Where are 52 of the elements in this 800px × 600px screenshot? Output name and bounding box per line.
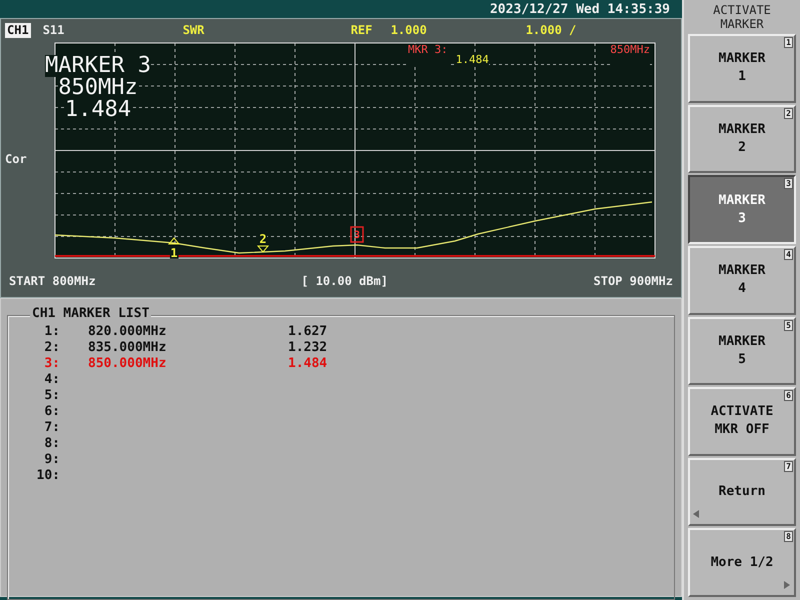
softkey-number: 7 <box>784 460 793 472</box>
marker-frequency: 820.000MHz <box>88 324 168 340</box>
menu-title: ACTIVATE <box>713 3 771 17</box>
marker-index: 1: <box>43 324 60 340</box>
marker-frequency: 850.000MHz <box>88 356 168 372</box>
format-label: SWR <box>182 22 206 39</box>
softkey-button[interactable]: Return 7 <box>688 458 796 526</box>
stop-frequency: STOP 900MHz <box>594 273 673 290</box>
softkey-button[interactable]: MARKER 1 1 <box>688 34 796 103</box>
marker-index: 7: <box>43 420 60 436</box>
scale-value: 1.000 / <box>526 22 576 39</box>
marker-readout-label: MKR 3: <box>408 44 448 65</box>
menu-title: MARKER <box>720 17 764 31</box>
start-frequency: START 800MHz <box>9 273 96 290</box>
marker-readout-frequency: 850MHz <box>610 44 650 65</box>
left-triangle-icon <box>693 510 699 518</box>
softkey-button[interactable]: ACTIVATE MKR OFF 6 <box>688 387 796 456</box>
softkey-button[interactable]: MARKER 4 4 <box>688 246 796 314</box>
s-parameter: S11 <box>42 22 66 39</box>
marker-index: 10: <box>36 468 60 484</box>
marker-index: 9: <box>43 452 60 468</box>
softkey-number: 5 <box>784 320 793 330</box>
marker-index: 8: <box>43 436 60 452</box>
power-level: [ 10.00 dBm] <box>301 273 388 290</box>
ref-label: REF <box>350 22 374 39</box>
marker-triangle: 2 <box>256 232 270 253</box>
softkey-number: 4 <box>784 248 793 260</box>
softkey-button[interactable]: MARKER 2 2 <box>688 104 796 174</box>
marker-frequency: 835.000MHz <box>88 340 168 356</box>
marker-index: 5: <box>43 388 60 404</box>
marker-index: 2: <box>43 340 60 356</box>
softkey-number: 6 <box>784 390 793 402</box>
channel-label: CH1 <box>5 22 31 38</box>
marker-list-title: CH1 MARKER LIST <box>30 307 152 320</box>
softkey-number: 3 <box>784 178 793 190</box>
marker-index: 4: <box>43 372 60 388</box>
softkey-button[interactable]: MARKER 3 3 <box>688 175 796 244</box>
date-time: 2023/12/27 Wed 14:35:39 <box>490 2 670 16</box>
softkey-number: 8 <box>784 531 793 542</box>
marker-value: 1.627 <box>288 324 328 340</box>
ref-value: 1.000 <box>390 22 428 39</box>
marker-value: 1.232 <box>288 340 328 356</box>
marker-value: 1.484 <box>288 356 328 372</box>
softkey-number: 2 <box>784 108 793 119</box>
marker-index: 6: <box>43 404 60 420</box>
right-triangle-icon <box>784 581 790 589</box>
marker-readout-value: 1.484 <box>456 54 489 65</box>
correction-label: Cor <box>5 150 27 168</box>
softkey-button[interactable]: MARKER 5 5 <box>688 316 796 386</box>
softkey-button[interactable]: More 1/2 8 <box>688 528 796 597</box>
softkey-number: 1 <box>784 37 793 48</box>
marker-index: 3: <box>43 356 60 372</box>
